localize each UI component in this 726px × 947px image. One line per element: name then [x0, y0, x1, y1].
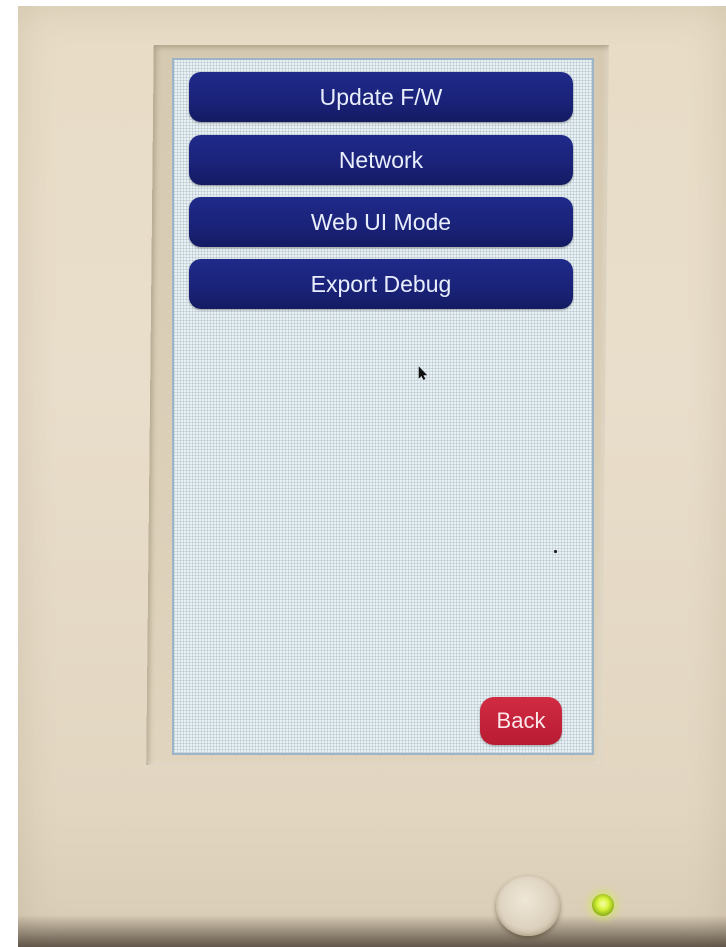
mouse-pointer-icon: [418, 366, 428, 380]
status-led-icon: [592, 894, 614, 916]
export-debug-button[interactable]: Export Debug: [189, 259, 573, 309]
web-ui-mode-label: Web UI Mode: [310, 208, 452, 235]
network-label: Network: [338, 146, 424, 173]
update-firmware-label: Update F/W: [319, 83, 443, 110]
device-bottom-shadow: [18, 915, 726, 947]
network-button[interactable]: Network: [189, 135, 573, 185]
screen-speck: [554, 550, 557, 553]
photo-edge: [0, 0, 18, 947]
back-label: Back: [496, 708, 546, 733]
web-ui-mode-button[interactable]: Web UI Mode: [189, 197, 573, 247]
back-button[interactable]: Back: [480, 697, 562, 745]
update-firmware-button[interactable]: Update F/W: [189, 72, 573, 122]
touchscreen: Update F/W Network Web UI Mode Export De…: [172, 58, 594, 755]
export-debug-label: Export Debug: [310, 270, 452, 297]
hardware-power-button[interactable]: [496, 876, 560, 936]
